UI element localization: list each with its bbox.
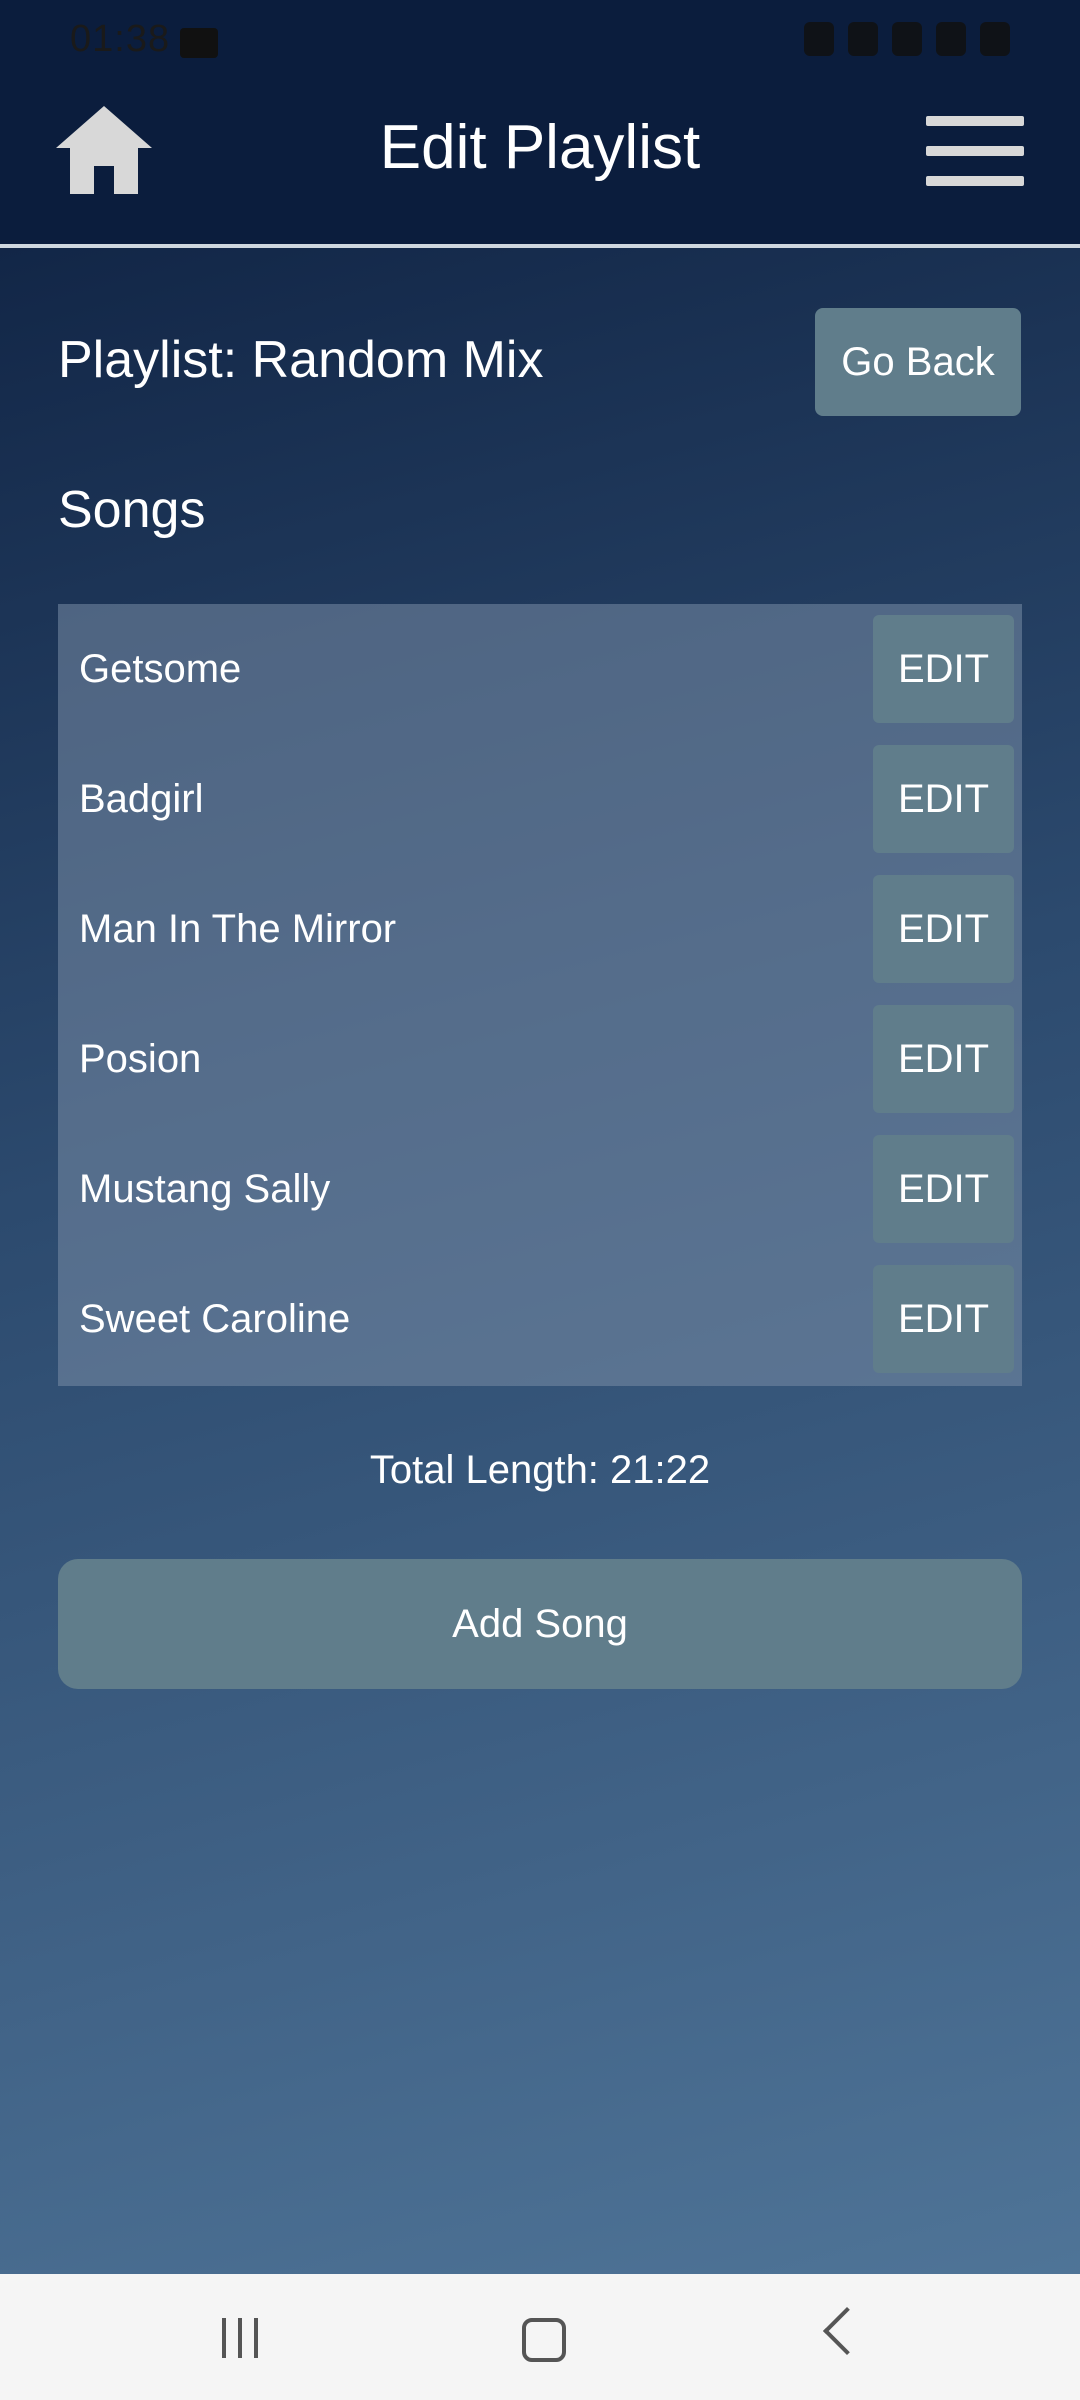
alarm-icon — [804, 22, 834, 56]
song-row: Sweet Caroline EDIT — [58, 1254, 1022, 1384]
song-title: Badgirl — [79, 777, 204, 821]
notification-icon — [180, 28, 218, 58]
song-row: Getsome EDIT — [58, 604, 1022, 734]
app-header: Edit Playlist — [0, 86, 1080, 248]
total-length: Total Length: 21:22 — [369, 1448, 711, 1492]
wifi-icon — [892, 22, 922, 56]
edit-song-button[interactable]: EDIT — [873, 1265, 1014, 1373]
system-nav-bar — [0, 2274, 1080, 2400]
song-title: Sweet Caroline — [79, 1297, 351, 1341]
edit-song-button[interactable]: EDIT — [873, 1005, 1014, 1113]
playlist-name: Playlist: Random Mix — [58, 331, 544, 389]
edit-song-button[interactable]: EDIT — [873, 875, 1014, 983]
song-list: Getsome EDIT Badgirl EDIT Man In The Mir… — [58, 604, 1022, 1386]
recent-apps-icon[interactable] — [222, 2318, 262, 2358]
song-title: Posion — [79, 1037, 202, 1081]
edit-song-button[interactable]: EDIT — [873, 1135, 1014, 1243]
song-title: Getsome — [79, 647, 242, 691]
back-arrow-icon[interactable] — [822, 2306, 872, 2356]
go-back-button[interactable]: Go Back — [815, 308, 1021, 416]
edit-song-button[interactable]: EDIT — [873, 615, 1014, 723]
song-row: Badgirl EDIT — [58, 734, 1022, 864]
song-title: Man In The Mirror — [79, 907, 397, 951]
add-song-button[interactable]: Add Song — [58, 1559, 1022, 1689]
song-row: Man In The Mirror EDIT — [58, 864, 1022, 994]
signal-icon — [936, 22, 966, 56]
nav-home-icon[interactable] — [522, 2318, 566, 2362]
song-row: Posion EDIT — [58, 994, 1022, 1124]
edit-song-button[interactable]: EDIT — [873, 745, 1014, 853]
status-bar: 01:38 — [0, 0, 1080, 86]
battery-icon — [980, 22, 1010, 56]
bluetooth-icon — [848, 22, 878, 56]
status-icons — [804, 22, 1010, 56]
status-time: 01:38 — [70, 18, 171, 60]
song-title: Mustang Sally — [79, 1167, 331, 1211]
song-row: Mustang Sally EDIT — [58, 1124, 1022, 1254]
page-title: Edit Playlist — [379, 113, 701, 182]
songs-heading: Songs — [58, 481, 206, 539]
hamburger-menu-icon[interactable] — [926, 116, 1024, 186]
